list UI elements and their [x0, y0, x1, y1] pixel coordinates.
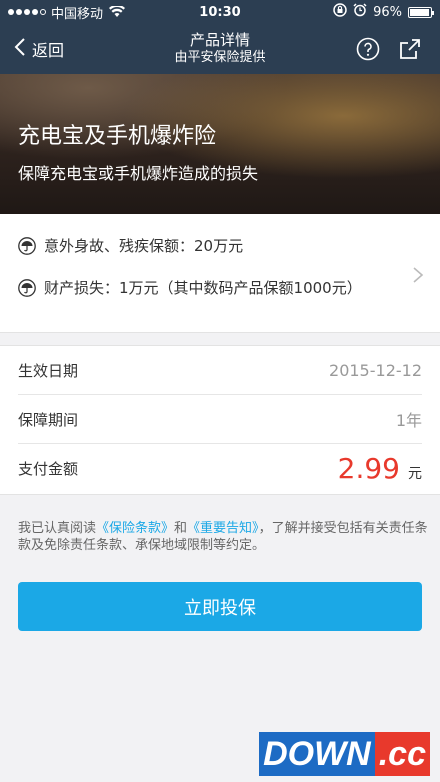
carrier-name: 中国移动 [51, 6, 104, 22]
agreement-and: 和 [174, 521, 188, 536]
effective-date-label: 生效日期 [18, 361, 79, 380]
share-icon[interactable] [398, 37, 422, 61]
price-unit: 元 [408, 466, 422, 482]
chevron-right-icon [412, 266, 424, 284]
effective-date-value: 2015-12-12 [329, 360, 422, 380]
agreement-prefix: 我已认真阅读 [18, 521, 97, 536]
coverage-period-label: 保障期间 [18, 410, 79, 429]
alarm-icon [353, 3, 367, 21]
coverage-text: 意外身故、残疾保额：20万元 [44, 237, 244, 255]
battery-icon [408, 6, 434, 18]
insurance-terms-link[interactable]: 《保险条款》 [96, 521, 174, 536]
watermark-suffix: .cc [374, 732, 430, 776]
policy-details: 生效日期 2015-12-12 保障期间 1年 支付金额 2.99 元 [0, 345, 440, 495]
watermark-logo: DOWN .cc [259, 732, 430, 776]
wifi-icon [109, 6, 126, 18]
back-button[interactable]: 返回 [14, 24, 64, 74]
product-banner: 充电宝及手机爆炸险 保障充电宝或手机爆炸造成的损失 [0, 74, 440, 214]
coverage-period-value: 1年 [395, 411, 422, 430]
status-bar: 中国移动 10:30 96% [0, 0, 440, 24]
product-subtitle: 保障充电宝或手机爆炸造成的损失 [18, 164, 259, 183]
price: 2.99 元 [338, 452, 422, 485]
payment-amount-label: 支付金额 [18, 460, 79, 478]
nav-bar: 返回 产品详情 由平安保险提供 [0, 24, 440, 74]
purchase-button[interactable]: 立即投保 [18, 582, 422, 631]
question-circle-icon[interactable] [356, 37, 380, 61]
signal-strength-icon [8, 9, 46, 15]
coverage-item: 财产损失：1万元（其中数码产品保额1000元） [18, 278, 394, 298]
price-value: 2.99 [337, 452, 400, 485]
umbrella-icon [18, 279, 36, 297]
coverage-text: 财产损失：1万元（其中数码产品保额1000元） [44, 279, 362, 297]
product-title: 充电宝及手机爆炸险 [18, 124, 217, 149]
umbrella-icon [18, 237, 36, 255]
coverage-item: 意外身故、残疾保额：20万元 [18, 236, 394, 256]
lock-rotation-icon [333, 3, 347, 21]
effective-date-row[interactable]: 生效日期 2015-12-12 [18, 346, 422, 395]
coverage-summary[interactable]: 意外身故、残疾保额：20万元 财产损失：1万元（其中数码产品保额1000元） [0, 214, 440, 333]
battery-percent: 96% [373, 4, 402, 20]
coverage-period-row: 保障期间 1年 [18, 395, 422, 444]
important-notice-link[interactable]: 《重要告知》 [187, 521, 259, 536]
back-label: 返回 [32, 41, 65, 60]
agreement-text: 我已认真阅读《保险条款》和《重要告知》，了解并接受包括有关责任条款及免除责任条款… [18, 520, 428, 554]
payment-amount-row: 支付金额 2.99 元 [18, 444, 422, 493]
chevron-left-icon [14, 37, 26, 61]
watermark-text: DOWN [259, 732, 375, 776]
